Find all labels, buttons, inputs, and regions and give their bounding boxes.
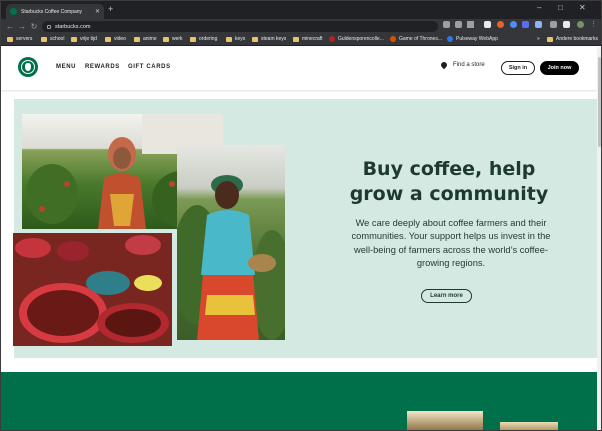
starbucks-logo[interactable] (18, 57, 38, 77)
site-icon (329, 36, 335, 42)
tab-close-icon[interactable]: ✕ (95, 8, 100, 15)
new-tab-button[interactable]: + (108, 4, 113, 15)
bookmark-ordering[interactable]: ordering (190, 36, 217, 42)
extension-icon[interactable] (535, 21, 542, 28)
bookmark-label: » (537, 36, 540, 42)
join-now-button[interactable]: Join now (540, 61, 579, 75)
minimize-button[interactable]: – (537, 3, 541, 13)
nav-rewards[interactable]: REWARDS (85, 64, 120, 70)
bookmark-label: keys (235, 36, 246, 42)
extension-icon[interactable] (522, 21, 529, 28)
bookmark-label: ordering (199, 36, 218, 42)
site-icon (390, 36, 396, 42)
bookmark-label: Andere bookmarks (556, 36, 598, 42)
hero-title-line: Buy coffee, help (362, 158, 536, 180)
sign-in-button[interactable]: Sign in (501, 61, 535, 75)
browser-window: Starbucks Coffee Company ✕ + – □ ✕ ← → ↻… (0, 0, 602, 431)
bookmark-vrije-tijd[interactable]: vrije tijd (71, 36, 97, 42)
bookmark-guldensporencollege[interactable]: Guldensporencolle... (329, 36, 384, 42)
reload-icon[interactable]: ↻ (28, 22, 40, 31)
extension-icon[interactable] (484, 21, 491, 28)
url-text: starbucks.com (55, 23, 91, 30)
bookmark-werk[interactable]: werk (163, 36, 183, 42)
bookmark-steam-keys[interactable]: steam keys (252, 36, 286, 42)
bookmark-star-icon[interactable] (467, 21, 474, 28)
bookmark-label: servers (16, 36, 33, 42)
location-pin-icon (439, 60, 449, 70)
find-store-link[interactable]: Find a store (439, 60, 485, 70)
folder-icon (41, 36, 47, 42)
translate-icon[interactable] (443, 21, 450, 28)
extension-icon[interactable] (510, 21, 517, 28)
back-icon[interactable]: ← (4, 22, 16, 31)
close-window-button[interactable]: ✕ (579, 3, 586, 13)
forward-icon[interactable]: → (16, 22, 28, 31)
extension-icon[interactable] (497, 21, 504, 28)
folder-icon (163, 36, 169, 42)
nav-gift-cards[interactable]: GIFT CARDS (128, 64, 171, 70)
folder-icon (71, 36, 77, 42)
share-icon[interactable] (455, 21, 462, 28)
bookmarks-bar: servers school vrije tijd video anime we… (1, 34, 601, 46)
side-panel-icon[interactable] (563, 21, 570, 28)
hero-title-line: grow a community (349, 183, 549, 205)
bookmark-minecraft[interactable]: minecraft (293, 36, 323, 42)
woman-farmer-photo (177, 145, 285, 340)
folder-icon (547, 36, 553, 42)
bookmark-label: minecraft (302, 36, 323, 42)
hero-title: Buy coffee, help grow a community (334, 157, 564, 207)
bookmark-pulseway[interactable]: Pulseway WebApp (447, 36, 498, 42)
folder-icon (293, 36, 299, 42)
logo-ring (21, 60, 35, 74)
siren-icon (25, 63, 31, 71)
bookmark-label: vrije tijd (80, 36, 97, 42)
photo-illustration (13, 233, 172, 346)
tab-title: Starbucks Coffee Company (21, 8, 83, 15)
bookmark-label: Guldensporencolle... (338, 36, 384, 42)
bookmark-label: Game of Thrones... (399, 36, 442, 42)
bookmark-school[interactable]: school (41, 36, 64, 42)
bookmark-video[interactable]: video (105, 36, 126, 42)
folder-icon (252, 36, 258, 42)
section-image (500, 422, 558, 430)
starbucks-favicon-icon (10, 8, 17, 15)
bookmark-servers[interactable]: servers (7, 36, 32, 42)
coffee-cherries-baskets-photo (13, 233, 172, 346)
bookmark-label: video (114, 36, 126, 42)
folder-icon (226, 36, 232, 42)
browser-tab[interactable]: Starbucks Coffee Company ✕ (6, 4, 104, 19)
folder-icon (105, 36, 111, 42)
maximize-button[interactable]: □ (558, 3, 563, 13)
learn-more-button[interactable]: Learn more (421, 289, 472, 303)
hero-section: Buy coffee, help grow a community We car… (13, 99, 597, 358)
bookmark-keys[interactable]: keys (226, 36, 245, 42)
photo-illustration (177, 175, 285, 340)
find-store-label: Find a store (453, 62, 485, 68)
bookmark-game-of-thrones[interactable]: Game of Thrones... (390, 36, 442, 42)
extensions-puzzle-icon[interactable] (550, 21, 557, 28)
address-bar[interactable]: starbucks.com (42, 21, 438, 32)
site-header: MENU REWARDS GIFT CARDS Find a store Sig… (1, 47, 597, 90)
bookmark-label: steam keys (261, 36, 287, 42)
bookmark-label: werk (172, 36, 183, 42)
folder-icon (134, 36, 140, 42)
page-scrollbar[interactable] (597, 47, 601, 430)
profile-avatar[interactable] (577, 21, 584, 28)
tab-bar: Starbucks Coffee Company ✕ + – □ ✕ (1, 1, 601, 19)
more-menu-icon[interactable]: ⋮ (590, 21, 597, 28)
nav-menu[interactable]: MENU (56, 64, 76, 70)
folder-icon (190, 36, 196, 42)
site-icon (447, 36, 453, 42)
bookmark-label: school (50, 36, 65, 42)
lock-icon (47, 24, 51, 29)
bookmark-anime[interactable]: anime (134, 36, 157, 42)
hero-description: We care deeply about coffee farmers and … (351, 218, 551, 268)
folder-icon (7, 36, 13, 42)
bookmark-other-bookmarks[interactable]: Andere bookmarks (547, 36, 598, 42)
bookmark-label: anime (143, 36, 157, 42)
scrollbar-thumb[interactable] (598, 57, 601, 147)
bookmark-label: Pulseway WebApp (456, 36, 498, 42)
bookmarks-overflow-button[interactable]: » (537, 36, 540, 42)
section-image (407, 411, 483, 430)
